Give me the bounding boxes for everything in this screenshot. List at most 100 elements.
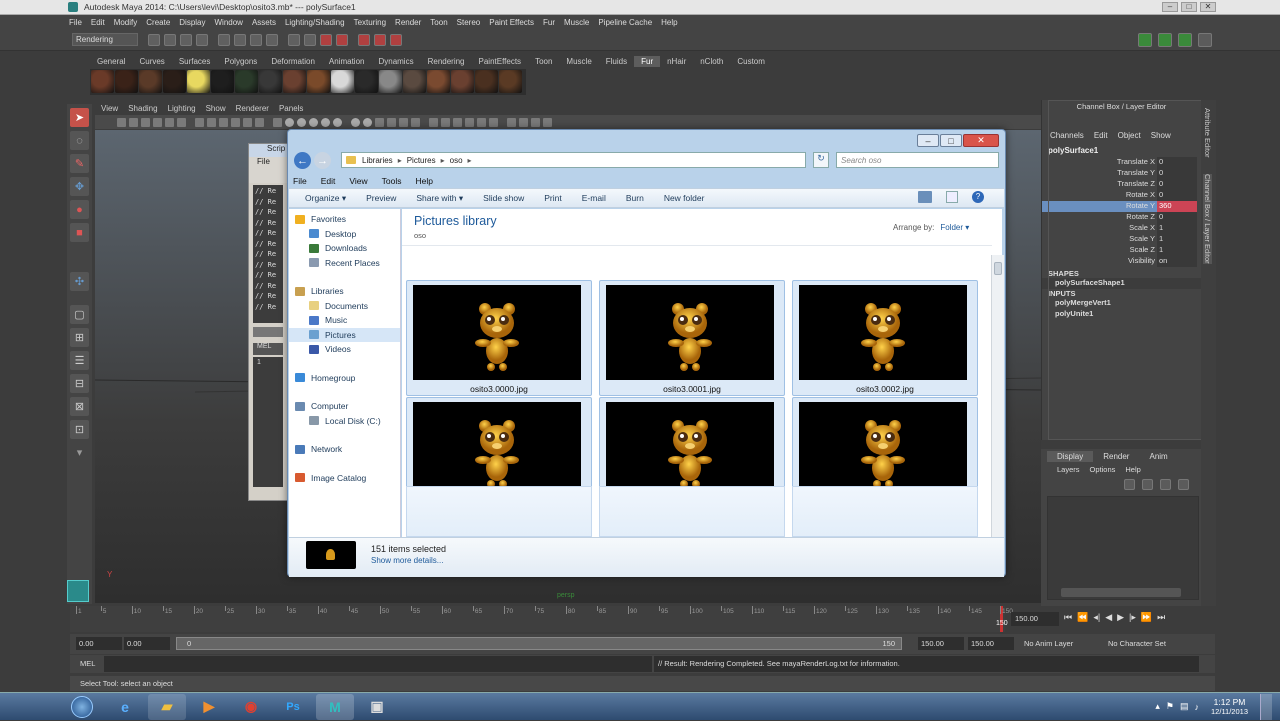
character-set-dropdown[interactable]: No Character Set <box>1108 639 1166 648</box>
step-forward-frame-icon[interactable]: |▸ <box>1129 612 1136 623</box>
toggle-tool-settings-icon[interactable] <box>1198 32 1212 47</box>
show-more-details-link[interactable]: Show more details... <box>371 556 443 565</box>
fur-preset-5-icon[interactable] <box>187 70 210 93</box>
time-slider[interactable]: 150 1 5 10 15 20 25 30 35 40 45 50 55 60 65 70 75 80 85 90… <box>70 606 1013 632</box>
menu-modify[interactable]: Modify <box>114 18 138 27</box>
channel-row-translate-z[interactable]: Translate Z0 <box>1042 179 1197 190</box>
command-print[interactable]: Print <box>544 193 561 203</box>
menu-edit[interactable]: Edit <box>91 18 105 27</box>
shelf-tab-polygons[interactable]: Polygons <box>217 56 264 67</box>
clock-date[interactable]: 12/11/2013 <box>1211 707 1248 716</box>
input-node[interactable]: polyMergeVert1 <box>1042 298 1201 309</box>
nav-favorites[interactable]: Favorites <box>289 212 400 227</box>
channel-value[interactable]: 1 <box>1157 223 1197 234</box>
menu-help[interactable]: Help <box>661 18 677 27</box>
snap-point-icon[interactable] <box>288 33 300 46</box>
play-backward-icon[interactable]: ◀ <box>1105 612 1112 623</box>
anim-end-field[interactable]: 150.00 <box>968 637 1014 650</box>
viewport-tool-34-icon[interactable] <box>543 117 552 127</box>
command-input[interactable] <box>104 656 652 672</box>
menu-fur[interactable]: Fur <box>543 18 555 27</box>
playback-end-field[interactable]: 150.00 <box>918 637 964 650</box>
layer-move-icon[interactable] <box>1160 478 1171 490</box>
layer-list[interactable] <box>1047 496 1199 600</box>
taskbar-media-player-icon[interactable]: ▶ <box>190 694 228 720</box>
breadcrumb-oso[interactable]: oso <box>450 156 463 165</box>
nav-homegroup[interactable]: Homegroup <box>289 371 400 386</box>
single-pane-layout-icon[interactable]: ▢ <box>70 305 89 324</box>
search-input[interactable]: Search oso <box>836 152 999 168</box>
layer-menu-options[interactable]: Options <box>1090 465 1116 474</box>
channel-row-translate-y[interactable]: Translate Y0 <box>1042 168 1197 179</box>
fur-preset-3-icon[interactable] <box>139 70 162 93</box>
channel-row-rotate-z[interactable]: Rotate Z0 <box>1042 212 1197 223</box>
menu-render[interactable]: Render <box>395 18 421 27</box>
layer-scrollbar[interactable] <box>1061 588 1181 597</box>
nav-pictures[interactable]: Pictures <box>289 327 400 342</box>
fur-preset-18-icon[interactable] <box>499 70 522 93</box>
maximize-button[interactable]: □ <box>1181 2 1197 12</box>
viewport-tool-2-icon[interactable] <box>129 117 138 127</box>
change-view-icon[interactable] <box>918 191 932 203</box>
menu-toon[interactable]: Toon <box>430 18 447 27</box>
viewport-tool-4-icon[interactable] <box>153 117 162 127</box>
nav-libraries[interactable]: Libraries <box>289 284 400 299</box>
shelf-tab-deformation[interactable]: Deformation <box>264 56 322 67</box>
fur-preset-1-icon[interactable] <box>91 70 114 93</box>
viewport-tool-26-icon[interactable] <box>441 117 450 127</box>
refresh-icon[interactable]: ↻ <box>813 152 829 168</box>
current-frame-field[interactable]: 150.00 <box>1011 612 1059 626</box>
command-share-with[interactable]: Share with ▾ <box>416 193 463 204</box>
viewport-menu-view[interactable]: View <box>101 104 118 113</box>
viewport-menu-panels[interactable]: Panels <box>279 104 303 113</box>
script-editor-window[interactable]: Scrip File // Re// Re// Re// Re// Re// R… <box>248 143 288 501</box>
four-pane-layout-icon[interactable]: ⊞ <box>70 328 89 347</box>
viewport-tool-7-icon[interactable] <box>195 117 204 127</box>
channel-row-translate-x[interactable]: Translate X0 <box>1042 157 1197 168</box>
file-tile-partial[interactable] <box>792 486 978 537</box>
fur-preset-14-icon[interactable] <box>403 70 426 93</box>
play-forward-icon[interactable]: ▶ <box>1117 612 1124 623</box>
ipr-render-icon[interactable] <box>358 33 370 46</box>
viewport-tool-27-icon[interactable] <box>453 117 462 127</box>
menu-paint-effects[interactable]: Paint Effects <box>489 18 534 27</box>
viewport-menu-lighting[interactable]: Lighting <box>168 104 196 113</box>
file-tile-partial[interactable] <box>599 486 785 537</box>
lasso-tool-icon[interactable]: ◌ <box>70 131 89 150</box>
new-layer-icon[interactable] <box>1124 478 1135 490</box>
layer-add-icon[interactable] <box>1178 478 1189 490</box>
new-empty-layer-icon[interactable] <box>1142 478 1153 490</box>
viewport-tool-15-icon[interactable] <box>297 117 306 127</box>
fur-preset-10-icon[interactable] <box>307 70 330 93</box>
viewport-tool-19-icon[interactable] <box>351 117 360 127</box>
file-tile[interactable]: osito3.0000.jpg <box>406 280 592 396</box>
anim-layer-dropdown[interactable]: No Anim Layer <box>1024 639 1073 648</box>
nav-videos[interactable]: Videos <box>289 342 400 357</box>
render-settings-icon[interactable] <box>374 33 386 46</box>
shelf-tab-nhair[interactable]: nHair <box>660 56 693 67</box>
menu-assets[interactable]: Assets <box>252 18 276 27</box>
rotate-tool-icon[interactable]: ● <box>70 200 89 219</box>
explorer-maximize-button[interactable]: □ <box>940 134 962 147</box>
nav-downloads[interactable]: Downloads <box>289 241 400 256</box>
file-tile[interactable]: osito3.0002.jpg <box>792 280 978 396</box>
paint-select-icon[interactable]: ✎ <box>70 154 89 173</box>
channel-value[interactable]: on <box>1157 256 1197 267</box>
mel-tab[interactable]: MEL <box>253 343 283 355</box>
channel-value[interactable]: 0 <box>1157 168 1197 179</box>
fur-preset-11-icon[interactable] <box>331 70 354 93</box>
viewport-tool-29-icon[interactable] <box>477 117 486 127</box>
layer-tab-render[interactable]: Render <box>1093 451 1139 462</box>
shelf-tab-animation[interactable]: Animation <box>322 56 372 67</box>
render-frame-icon[interactable] <box>336 33 348 46</box>
nav-music[interactable]: Music <box>289 313 400 328</box>
shelf-tab-surfaces[interactable]: Surfaces <box>172 56 218 67</box>
menuset-dropdown[interactable]: Rendering <box>72 33 138 46</box>
script-scroll[interactable] <box>253 327 283 337</box>
viewport-tool-8-icon[interactable] <box>207 117 216 127</box>
breadcrumb-separator-icon[interactable]: ▸ <box>441 156 445 165</box>
channel-value[interactable]: 0 <box>1157 190 1197 201</box>
explorer-close-button[interactable]: ✕ <box>963 134 999 147</box>
explorer-menu-view[interactable]: View <box>349 176 367 186</box>
step-back-key-icon[interactable]: ⏪ <box>1077 612 1088 623</box>
